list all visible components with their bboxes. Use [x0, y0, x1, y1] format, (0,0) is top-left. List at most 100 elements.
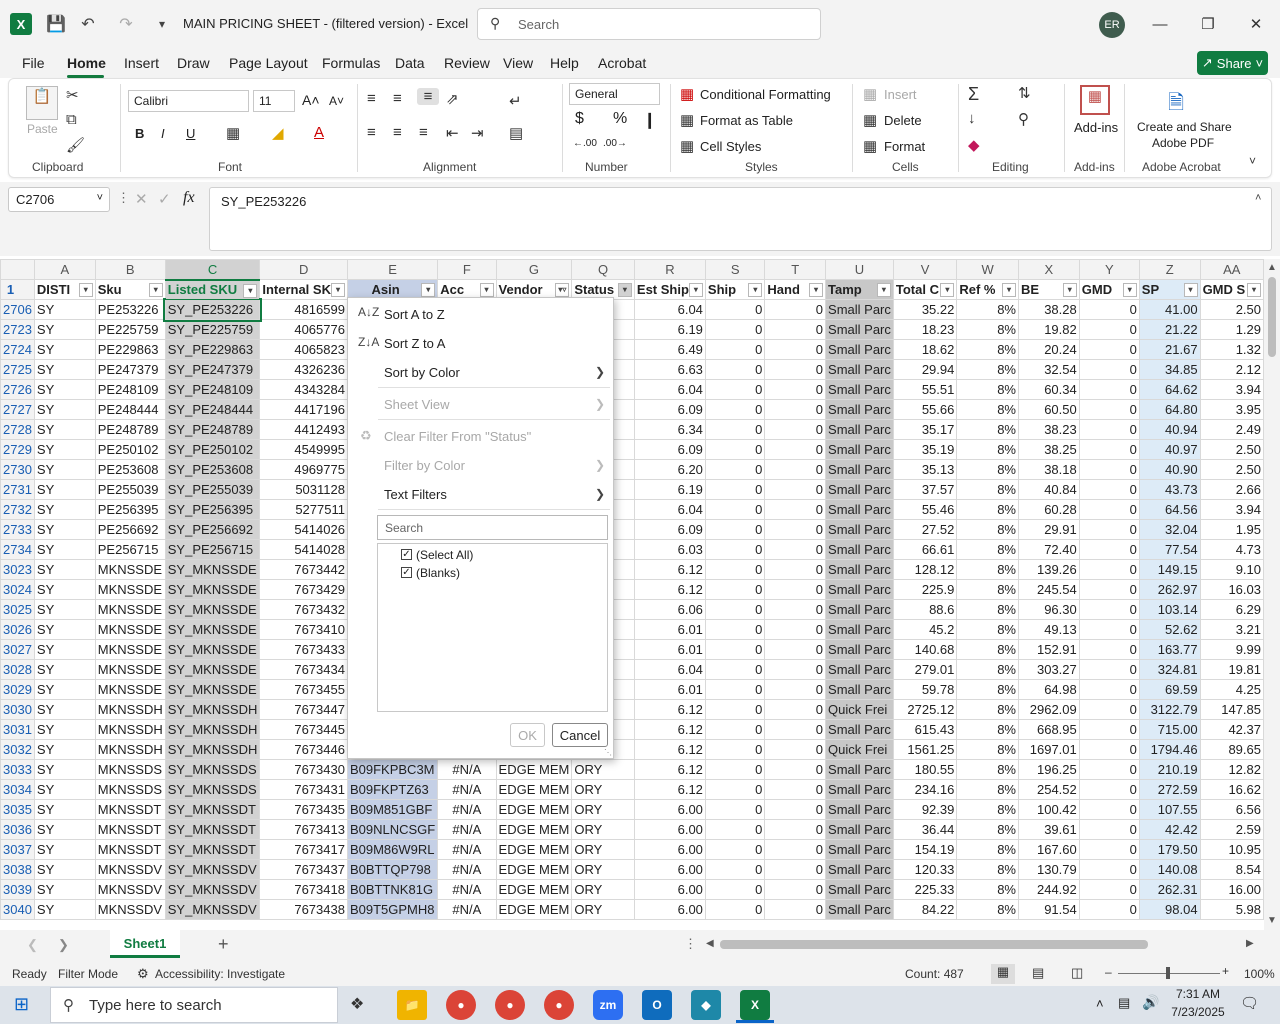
- row-header[interactable]: 2730: [0, 459, 35, 480]
- header-cell[interactable]: BE ▾: [1017, 279, 1080, 300]
- decrease-decimal-icon[interactable]: .00→: [603, 138, 627, 149]
- table-cell[interactable]: 29.91: [1017, 519, 1080, 540]
- column-header[interactable]: AA: [1199, 259, 1264, 280]
- share-button[interactable]: ↗ Share ˅: [1197, 51, 1268, 75]
- table-cell[interactable]: SY_PE248789: [164, 419, 261, 440]
- table-cell[interactable]: SY: [33, 319, 96, 340]
- row-header[interactable]: 2732: [0, 499, 35, 520]
- table-cell[interactable]: Small Parc: [825, 639, 894, 660]
- underline-button[interactable]: U: [186, 126, 195, 141]
- table-cell[interactable]: 16.00: [1199, 879, 1264, 900]
- table-cell[interactable]: 4.25: [1199, 679, 1264, 700]
- app-icon[interactable]: ◆: [691, 990, 721, 1020]
- table-cell[interactable]: 8%: [956, 619, 1019, 640]
- customize-toolbar-icon[interactable]: ▾: [150, 12, 174, 36]
- column-header[interactable]: E: [346, 259, 439, 280]
- table-cell[interactable]: 0: [1078, 299, 1140, 320]
- clear-icon[interactable]: ◆: [968, 136, 980, 154]
- table-cell[interactable]: 140.68: [892, 639, 958, 660]
- table-cell[interactable]: 4816599: [259, 299, 348, 320]
- table-cell[interactable]: SY: [33, 879, 96, 900]
- table-cell[interactable]: 6.00: [633, 879, 706, 900]
- table-cell[interactable]: 0: [1078, 739, 1140, 760]
- table-cell[interactable]: 0: [764, 319, 827, 340]
- table-cell[interactable]: MKNSSDH: [94, 699, 166, 720]
- table-cell[interactable]: 0: [764, 659, 827, 680]
- table-cell[interactable]: 4417196: [259, 399, 348, 420]
- table-cell[interactable]: 7673447: [259, 699, 348, 720]
- resize-handle-icon[interactable]: ⋱: [604, 748, 612, 757]
- chrome-icon[interactable]: ●: [446, 990, 476, 1020]
- table-cell[interactable]: 0: [1078, 519, 1140, 540]
- table-cell[interactable]: 27.52: [892, 519, 958, 540]
- table-cell[interactable]: 6.19: [633, 319, 706, 340]
- undo-icon[interactable]: ↶: [76, 12, 100, 36]
- table-cell[interactable]: SY_MKNSSDH: [164, 699, 261, 720]
- table-cell[interactable]: 210.19: [1138, 759, 1201, 780]
- table-cell[interactable]: 6.01: [633, 639, 706, 660]
- table-cell[interactable]: 0: [1078, 479, 1140, 500]
- table-cell[interactable]: Small Parc: [825, 579, 894, 600]
- table-cell[interactable]: 0: [704, 839, 766, 860]
- orientation-icon[interactable]: ⇗: [446, 90, 459, 108]
- table-cell[interactable]: 149.15: [1138, 559, 1201, 580]
- table-cell[interactable]: 8%: [956, 739, 1019, 760]
- filter-dropdown-icon[interactable]: ▾: [1001, 283, 1016, 297]
- column-header[interactable]: D: [259, 259, 348, 280]
- table-cell[interactable]: 5031128: [259, 479, 348, 500]
- table-cell[interactable]: SY_MKNSSDE: [164, 659, 261, 680]
- text-filters[interactable]: Text Filters: [384, 487, 447, 502]
- tab-formulas[interactable]: Formulas: [322, 55, 380, 71]
- find-select-icon[interactable]: ⚲: [1018, 110, 1029, 128]
- align-top-icon[interactable]: ≡: [367, 90, 376, 107]
- adobe-pdf-label[interactable]: Adobe PDF: [1152, 136, 1214, 150]
- row-header[interactable]: 2723: [0, 319, 35, 340]
- table-cell[interactable]: 91.54: [1017, 899, 1080, 920]
- table-cell[interactable]: 6.04: [633, 499, 706, 520]
- table-cell[interactable]: 6.12: [633, 559, 706, 580]
- table-cell[interactable]: 7673429: [259, 579, 348, 600]
- table-cell[interactable]: 0: [704, 579, 766, 600]
- page-break-view-icon[interactable]: ◫: [1071, 965, 1083, 981]
- table-cell[interactable]: 36.44: [892, 819, 958, 840]
- column-header[interactable]: S: [704, 259, 766, 280]
- table-cell[interactable]: 2.49: [1199, 419, 1264, 440]
- decrease-indent-icon[interactable]: ⇤: [446, 124, 459, 142]
- column-header[interactable]: G: [495, 259, 573, 280]
- table-cell[interactable]: Small Parc: [825, 839, 894, 860]
- table-cell[interactable]: Small Parc: [825, 339, 894, 360]
- table-cell[interactable]: 7673438: [259, 899, 348, 920]
- table-cell[interactable]: 0: [704, 739, 766, 760]
- cell-styles-button[interactable]: Cell Styles: [700, 139, 761, 154]
- table-cell[interactable]: 64.80: [1138, 399, 1201, 420]
- search-input[interactable]: ⚲ Search: [477, 8, 821, 40]
- table-cell[interactable]: 8%: [956, 439, 1019, 460]
- table-cell[interactable]: SY: [33, 519, 96, 540]
- horizontal-scroll-thumb[interactable]: [720, 940, 1148, 949]
- table-cell[interactable]: 6.00: [633, 819, 706, 840]
- table-cell[interactable]: 6.00: [633, 839, 706, 860]
- decrease-font-icon[interactable]: A˅: [329, 94, 344, 108]
- header-cell[interactable]: GMD S ▾: [1199, 279, 1264, 300]
- row-header[interactable]: 3029: [0, 679, 35, 700]
- table-cell[interactable]: 0: [764, 899, 827, 920]
- table-cell[interactable]: 140.08: [1138, 859, 1201, 880]
- insert-function-icon[interactable]: fx: [183, 189, 195, 207]
- table-cell[interactable]: 40.97: [1138, 439, 1201, 460]
- table-cell[interactable]: SY_MKNSSDT: [164, 799, 261, 820]
- table-cell[interactable]: SY: [33, 699, 96, 720]
- table-cell[interactable]: 8%: [956, 519, 1019, 540]
- table-cell[interactable]: 303.27: [1017, 659, 1080, 680]
- table-cell[interactable]: 64.62: [1138, 379, 1201, 400]
- table-cell[interactable]: 0: [704, 679, 766, 700]
- filter-dropdown-icon[interactable]: ▾: [1247, 283, 1261, 297]
- network-icon[interactable]: ▤: [1118, 995, 1130, 1011]
- scroll-up-icon[interactable]: ▲: [1267, 262, 1277, 273]
- table-cell[interactable]: 0: [1078, 719, 1140, 740]
- table-cell[interactable]: 1697.01: [1017, 739, 1080, 760]
- table-cell[interactable]: SY: [33, 479, 96, 500]
- table-cell[interactable]: SY: [33, 439, 96, 460]
- table-cell[interactable]: 0: [704, 659, 766, 680]
- wrap-text-icon[interactable]: ↵: [509, 92, 522, 110]
- table-cell[interactable]: 8%: [956, 459, 1019, 480]
